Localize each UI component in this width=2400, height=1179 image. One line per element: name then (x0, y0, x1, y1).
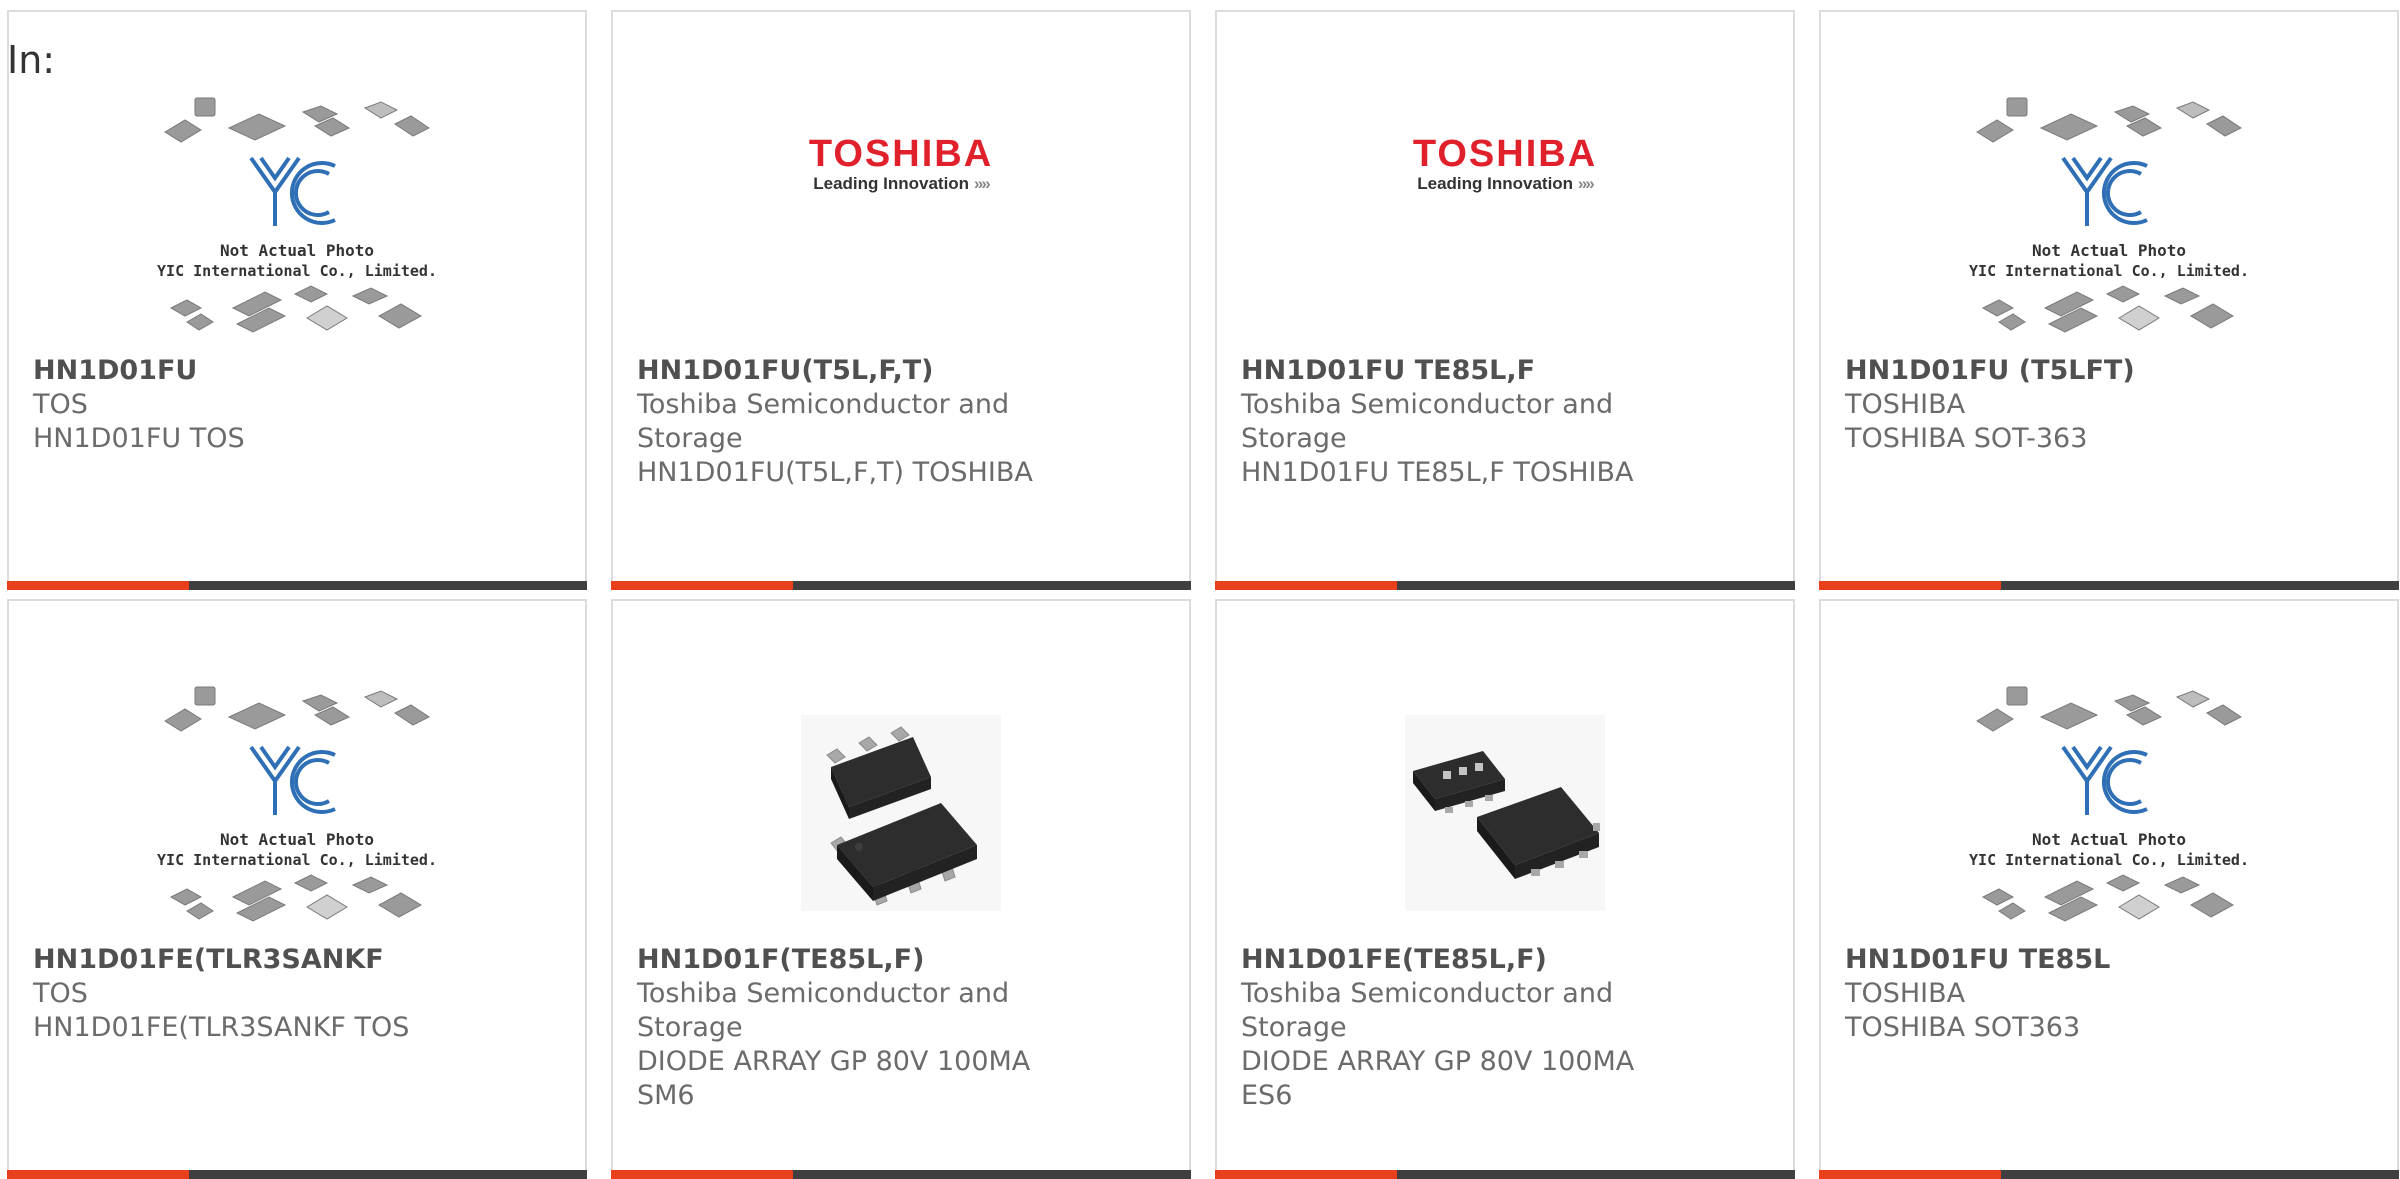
arrow-icon: »» (1577, 174, 1595, 193)
placeholder-text-2: YIC International Co., Limited. (157, 262, 437, 280)
product-description: HN1D01FU TOS (33, 423, 245, 454)
product-manufacturer: Toshiba Semiconductor and Storage (1241, 389, 1614, 454)
card-accent-bar (1215, 581, 1795, 590)
product-description: HN1D01FE(TLR3SANKF TOS (33, 1012, 410, 1043)
placeholder-text-2: YIC International Co., Limited. (1969, 262, 2249, 280)
placeholder-text-2: YIC International Co., Limited. (157, 851, 437, 869)
product-image[interactable]: Not Actual Photo YIC International Co., … (9, 685, 585, 941)
product-image[interactable]: TOSHIBA Leading Innovation »» (613, 96, 1189, 352)
product-manufacturer: Toshiba Semiconductor and Storage (637, 978, 1010, 1043)
toshiba-brand-text: TOSHIBA (1412, 133, 1598, 175)
card-accent-bar (611, 581, 1191, 590)
product-image[interactable]: Not Actual Photo YIC International Co., … (1821, 96, 2397, 352)
toshiba-tagline: Leading Innovation (813, 174, 970, 193)
card-accent-bar (7, 581, 587, 590)
product-manufacturer: Toshiba Semiconductor and Storage (1241, 978, 1614, 1043)
product-grid: Not Actual Photo YIC International Co., … (7, 10, 2399, 1179)
yic-placeholder-image: Not Actual Photo YIC International Co., … (1969, 97, 2249, 333)
sm6-package-photo (801, 715, 1001, 911)
placeholder-text-1: Not Actual Photo (2032, 241, 2186, 260)
product-description: TOSHIBA SOT-363 (1845, 423, 2088, 454)
card-accent-bar (1819, 1170, 2399, 1179)
product-part-number[interactable]: HN1D01FU TE85L (1845, 943, 2377, 977)
product-part-number[interactable]: HN1D01FU (T5LFT) (1845, 354, 2377, 388)
product-card[interactable]: Not Actual Photo YIC International Co., … (7, 10, 587, 590)
product-part-number[interactable]: HN1D01FE(TE85L,F) (1241, 943, 1773, 977)
arrow-icon: »» (973, 174, 991, 193)
product-card[interactable]: Not Actual Photo YIC International Co., … (7, 599, 587, 1179)
product-description: DIODE ARRAY GP 80V 100MA ES6 (1241, 1046, 1635, 1111)
yic-logo (2061, 156, 2148, 226)
placeholder-text-1: Not Actual Photo (2032, 830, 2186, 849)
toshiba-logo: TOSHIBA Leading Innovation »» (1413, 134, 1597, 194)
product-manufacturer: TOS (33, 389, 88, 420)
toshiba-tagline: Leading Innovation (1417, 174, 1574, 193)
yic-placeholder-image: Not Actual Photo YIC International Co., … (157, 97, 437, 333)
product-manufacturer: Toshiba Semiconductor and Storage (637, 389, 1010, 454)
product-card[interactable]: HN1D01F(TE85L,F) Toshiba Semiconductor a… (611, 599, 1191, 1179)
product-part-number[interactable]: HN1D01FU (33, 354, 565, 388)
product-card[interactable]: Not Actual Photo YIC International Co., … (1819, 10, 2399, 590)
toshiba-logo: TOSHIBA Leading Innovation »» (809, 134, 993, 194)
card-accent-bar (7, 1170, 587, 1179)
product-description: DIODE ARRAY GP 80V 100MA SM6 (637, 1046, 1031, 1111)
yic-placeholder-image: Not Actual Photo YIC International Co., … (157, 686, 437, 922)
yic-logo (249, 156, 336, 226)
placeholder-text-1: Not Actual Photo (220, 241, 374, 260)
toshiba-brand-text: TOSHIBA (808, 133, 994, 175)
product-manufacturer: TOS (33, 978, 88, 1009)
product-card[interactable]: HN1D01FE(TE85L,F) Toshiba Semiconductor … (1215, 599, 1795, 1179)
placeholder-text-1: Not Actual Photo (220, 830, 374, 849)
card-accent-bar (611, 1170, 1191, 1179)
product-part-number[interactable]: HN1D01F(TE85L,F) (637, 943, 1169, 977)
product-image[interactable]: TOSHIBA Leading Innovation »» (1217, 96, 1793, 352)
product-part-number[interactable]: HN1D01FE(TLR3SANKF (33, 943, 565, 977)
product-manufacturer: TOSHIBA (1845, 978, 1966, 1009)
product-part-number[interactable]: HN1D01FU TE85L,F (1241, 354, 1773, 388)
product-part-number[interactable]: HN1D01FU(T5L,F,T) (637, 354, 1169, 388)
product-card[interactable]: TOSHIBA Leading Innovation »» HN1D01FU T… (1215, 10, 1795, 590)
placeholder-text-2: YIC International Co., Limited. (1969, 851, 2249, 869)
product-description: TOSHIBA SOT363 (1845, 1012, 2081, 1043)
card-accent-bar (1215, 1170, 1795, 1179)
product-image[interactable]: Not Actual Photo YIC International Co., … (1821, 685, 2397, 941)
yic-placeholder-image: Not Actual Photo YIC International Co., … (1969, 686, 2249, 922)
card-accent-bar (1819, 581, 2399, 590)
yic-logo (2061, 745, 2148, 815)
product-image[interactable] (1217, 685, 1793, 941)
product-image[interactable] (613, 685, 1189, 941)
yic-logo (249, 745, 336, 815)
product-image[interactable]: Not Actual Photo YIC International Co., … (9, 96, 585, 352)
product-description: HN1D01FU TE85L,F TOSHIBA (1241, 457, 1634, 488)
product-manufacturer: TOSHIBA (1845, 389, 1966, 420)
product-card[interactable]: Not Actual Photo YIC International Co., … (1819, 599, 2399, 1179)
product-card[interactable]: TOSHIBA Leading Innovation »» HN1D01FU(T… (611, 10, 1191, 590)
es6-package-photo (1405, 715, 1605, 911)
in-label: In: (7, 38, 56, 82)
product-description: HN1D01FU(T5L,F,T) TOSHIBA (637, 457, 1033, 488)
